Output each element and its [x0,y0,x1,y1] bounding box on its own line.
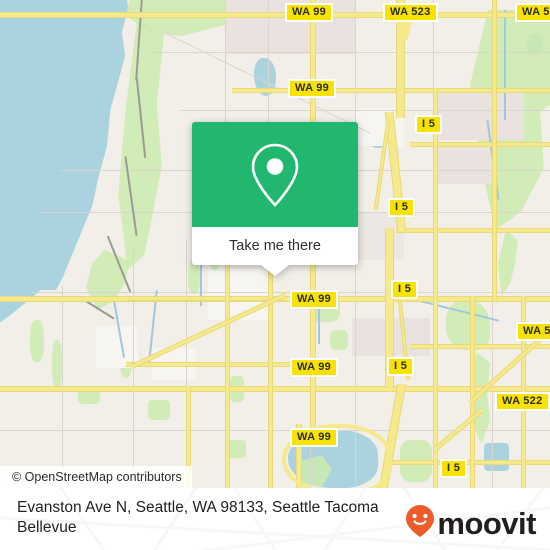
park-mid-small [148,400,170,420]
park-cowen [330,330,348,350]
grid-line-h-7 [0,430,550,431]
highway-shield[interactable]: WA 99 [290,358,339,377]
block-residential-northeast [434,88,524,140]
address-line-1: Evanston Ave N, Seattle, WA 98133, Seatt… [17,499,379,516]
highway-shield[interactable]: WA 99 [290,290,339,309]
callout-pointer-tail [261,265,289,276]
highway-shield[interactable]: WA 522 [495,392,550,411]
road-wa523-north [0,12,550,18]
highway-shield[interactable]: WA 99 [288,79,337,98]
highway-shield[interactable]: WA 99 [285,3,334,22]
highway-shield[interactable]: I 5 [391,280,419,299]
highway-shield[interactable]: WA 52 [515,3,550,22]
road-arterial-296b [126,296,286,301]
grid-line-h-1 [150,52,550,53]
map-canvas[interactable]: WA 99 WA 523 WA 52 WA 99 I 5 I 5 I 5 WA … [0,0,550,488]
moovit-logo[interactable]: moovit [405,504,536,543]
road-arterial-88 [232,88,550,93]
location-callout-card[interactable]: Take me there [192,122,358,276]
osm-attribution[interactable]: © OpenStreetMap contributors [0,466,192,488]
park-greenbelt-w2 [52,340,62,388]
take-me-there-button[interactable]: Take me there [192,227,358,265]
road-35th-ave [470,296,475,488]
highway-shield[interactable]: WA 523 [383,3,438,22]
highway-shield[interactable]: I 5 [388,198,416,217]
moovit-wordmark: moovit [437,506,536,541]
footer-bar: Evanston Ave N, Seattle, WA 98133, Seatt… [0,488,550,550]
road-15th-ave [268,246,273,488]
road-arterial-145 [410,142,550,147]
highway-shield[interactable]: WA 52 [516,322,550,341]
address-line-2: Bellevue [17,519,77,536]
highway-shield[interactable]: WA 99 [290,428,339,447]
stream-thornton [504,10,506,120]
road-greenwood [225,246,230,488]
take-me-there-label: Take me there [229,238,321,254]
location-address: Evanston Ave N, Seattle, WA 98133, Seatt… [17,498,417,538]
road-lake-city [492,0,497,300]
highway-shield[interactable]: I 5 [415,115,443,134]
park-nw-small [188,260,200,294]
water-pond-green [484,443,509,471]
block-residential-midright [434,144,492,184]
callout-image-panel [192,122,358,227]
road-roosevelt [433,88,438,488]
map-page: WA 99 WA 523 WA 52 WA 99 I 5 I 5 I 5 WA … [0,0,550,550]
road-arterial-390 [0,386,550,392]
highway-shield[interactable]: I 5 [387,357,415,376]
moovit-pin-icon [405,504,435,543]
location-pin-icon [248,142,302,208]
park-greenbelt-w [30,320,44,362]
road-arterial-228 [396,228,550,233]
highway-shield[interactable]: I 5 [440,459,468,478]
